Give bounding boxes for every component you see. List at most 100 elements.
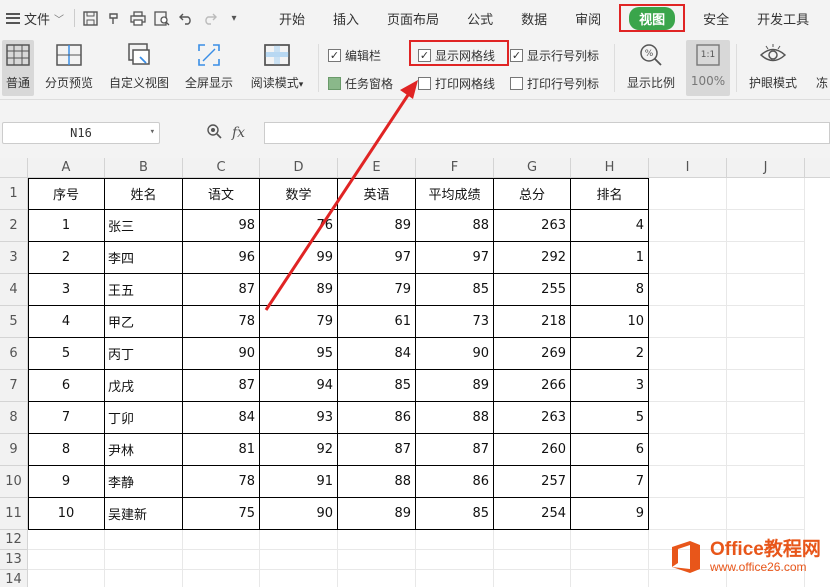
row-header-11[interactable]: 11 [0, 498, 28, 530]
column-header-h[interactable]: H [571, 158, 649, 178]
table-cell[interactable]: 75 [183, 498, 260, 530]
table-cell[interactable]: 4 [28, 306, 105, 338]
table-cell[interactable]: 1 [571, 242, 649, 274]
row-header-4[interactable]: 4 [0, 274, 28, 306]
table-cell[interactable] [727, 434, 805, 466]
row-header-6[interactable]: 6 [0, 338, 28, 370]
table-cell[interactable] [571, 550, 649, 570]
zoom-search-icon[interactable] [206, 123, 222, 143]
table-cell[interactable]: 85 [416, 274, 494, 306]
table-cell[interactable]: 95 [260, 338, 338, 370]
table-cell[interactable] [494, 550, 571, 570]
table-header-cell[interactable]: 序号 [28, 178, 105, 210]
table-cell[interactable]: 4 [571, 210, 649, 242]
table-cell[interactable] [649, 402, 727, 434]
fullscreen-button[interactable]: 全屏显示 [180, 40, 238, 96]
column-header-d[interactable]: D [260, 158, 338, 178]
table-cell[interactable]: 97 [338, 242, 416, 274]
table-cell[interactable] [494, 530, 571, 550]
eye-mode-button[interactable]: 护眼模式 [742, 40, 804, 96]
row-header-10[interactable]: 10 [0, 466, 28, 498]
table-header-cell[interactable]: 英语 [338, 178, 416, 210]
table-cell[interactable] [416, 550, 494, 570]
table-cell[interactable] [649, 370, 727, 402]
table-cell[interactable]: 78 [183, 306, 260, 338]
fx-icon[interactable]: fx [232, 125, 245, 141]
table-cell[interactable]: 张三 [105, 210, 183, 242]
table-cell[interactable] [416, 530, 494, 550]
table-cell[interactable]: 9 [28, 466, 105, 498]
table-header-cell[interactable]: 姓名 [105, 178, 183, 210]
table-cell[interactable]: 89 [338, 498, 416, 530]
table-cell[interactable] [338, 530, 416, 550]
table-cell[interactable] [571, 570, 649, 587]
table-cell[interactable]: 7 [28, 402, 105, 434]
table-cell[interactable]: 269 [494, 338, 571, 370]
page-break-preview-button[interactable]: 分页预览 [40, 40, 98, 96]
column-header-j[interactable]: J [727, 158, 805, 178]
tab-page-layout[interactable]: 页面布局 [373, 0, 453, 36]
table-cell[interactable] [260, 570, 338, 587]
tab-insert[interactable]: 插入 [319, 0, 373, 36]
table-cell[interactable]: 2 [28, 242, 105, 274]
table-cell[interactable]: 1 [28, 210, 105, 242]
reading-mode-button[interactable]: 阅读模式▾ [244, 40, 310, 96]
table-cell[interactable]: 90 [260, 498, 338, 530]
table-cell[interactable]: 90 [183, 338, 260, 370]
zoom-100-button[interactable]: 1:1 100% [686, 40, 730, 96]
table-cell[interactable]: 丁卯 [105, 402, 183, 434]
row-header-8[interactable]: 8 [0, 402, 28, 434]
table-cell[interactable] [649, 434, 727, 466]
table-cell[interactable]: 87 [416, 434, 494, 466]
task-pane-checkbox[interactable]: 任务窗格 [328, 74, 393, 92]
table-cell[interactable]: 263 [494, 210, 571, 242]
print-preview-icon[interactable] [153, 9, 171, 27]
table-cell[interactable]: 8 [571, 274, 649, 306]
table-cell[interactable]: 李四 [105, 242, 183, 274]
tab-formulas[interactable]: 公式 [453, 0, 507, 36]
row-header-7[interactable]: 7 [0, 370, 28, 402]
table-cell[interactable]: 266 [494, 370, 571, 402]
tab-developer[interactable]: 开发工具 [743, 0, 823, 36]
table-cell[interactable]: 89 [338, 210, 416, 242]
column-header-f[interactable]: F [416, 158, 494, 178]
column-header-a[interactable]: A [28, 158, 105, 178]
table-cell[interactable]: 89 [260, 274, 338, 306]
save-icon[interactable] [81, 9, 99, 27]
table-cell[interactable] [105, 570, 183, 587]
table-cell[interactable]: 6 [28, 370, 105, 402]
table-header-cell[interactable]: 语文 [183, 178, 260, 210]
custom-view-button[interactable]: 自定义视图 [104, 40, 174, 96]
row-header-12[interactable]: 12 [0, 530, 28, 550]
table-cell[interactable] [338, 570, 416, 587]
table-cell[interactable] [649, 338, 727, 370]
table-cell[interactable]: 254 [494, 498, 571, 530]
table-cell[interactable]: 9 [571, 498, 649, 530]
table-cell[interactable]: 5 [28, 338, 105, 370]
name-box[interactable]: N16 ▾ [2, 122, 160, 144]
table-cell[interactable]: 85 [338, 370, 416, 402]
table-cell[interactable] [727, 402, 805, 434]
table-cell[interactable]: 218 [494, 306, 571, 338]
row-header-2[interactable]: 2 [0, 210, 28, 242]
row-header-13[interactable]: 13 [0, 550, 28, 570]
table-cell[interactable]: 86 [338, 402, 416, 434]
table-cell[interactable]: 李静 [105, 466, 183, 498]
undo-icon[interactable] [177, 9, 195, 27]
row-header-9[interactable]: 9 [0, 434, 28, 466]
table-cell[interactable]: 甲乙 [105, 306, 183, 338]
table-cell[interactable] [571, 530, 649, 550]
column-header-i[interactable]: I [649, 158, 727, 178]
table-cell[interactable] [494, 570, 571, 587]
normal-view-button[interactable]: 普通 [2, 40, 34, 96]
table-header-cell[interactable] [649, 178, 727, 210]
table-cell[interactable]: 王五 [105, 274, 183, 306]
table-cell[interactable]: 84 [183, 402, 260, 434]
row-header-3[interactable]: 3 [0, 242, 28, 274]
table-cell[interactable] [649, 306, 727, 338]
table-cell[interactable] [105, 550, 183, 570]
table-cell[interactable] [727, 498, 805, 530]
table-cell[interactable]: 90 [416, 338, 494, 370]
table-cell[interactable] [649, 466, 727, 498]
table-cell[interactable] [727, 242, 805, 274]
